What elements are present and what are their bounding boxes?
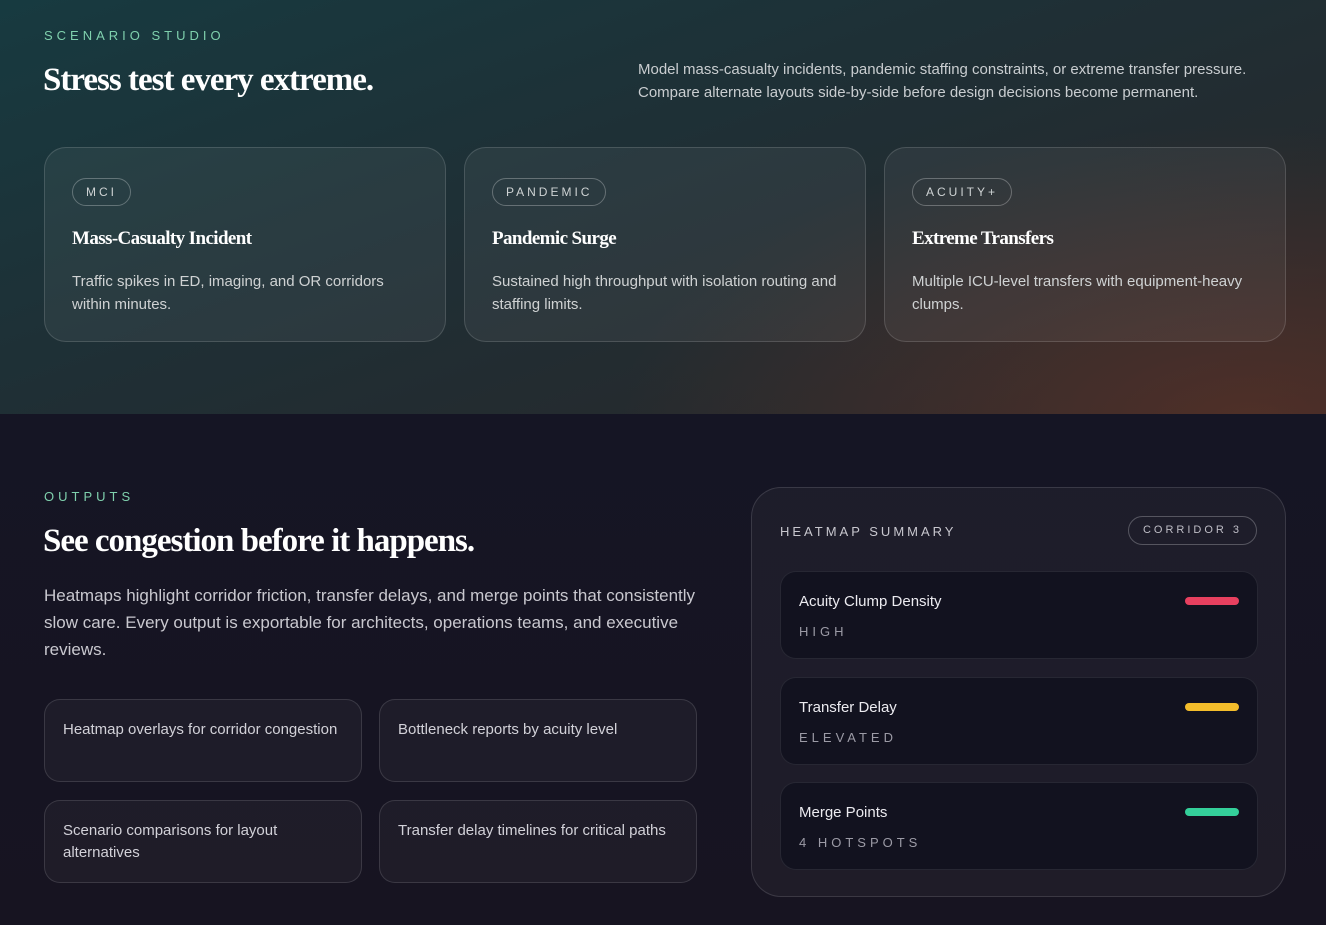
scenario-title: Mass-Casualty Incident bbox=[72, 228, 252, 249]
metric-card-merge-points: Merge Points 4 HOTSPOTS bbox=[780, 782, 1258, 870]
corridor-badge[interactable]: CORRIDOR 3 bbox=[1127, 516, 1257, 545]
metric-name: Transfer Delay bbox=[799, 699, 897, 716]
feature-label: Heatmap overlays for corridor congestion bbox=[63, 721, 338, 738]
severity-bar bbox=[1185, 597, 1239, 605]
scenario-card-mci[interactable]: MCI Mass-Casualty Incident Traffic spike… bbox=[44, 147, 446, 342]
metric-name: Acuity Clump Density bbox=[799, 593, 942, 610]
metric-card-acuity: Acuity Clump Density HIGH bbox=[780, 571, 1258, 659]
section-eyebrow: OUTPUTS bbox=[44, 489, 135, 504]
scenario-tag: ACUITY+ bbox=[912, 178, 1013, 206]
scenario-title: Pandemic Surge bbox=[492, 228, 617, 249]
feature-card: Transfer delay timelines for critical pa… bbox=[379, 800, 697, 883]
section-description: Model mass-casualty incidents, pandemic … bbox=[638, 61, 1247, 101]
feature-label: Bottleneck reports by acuity level bbox=[398, 721, 618, 738]
feature-card: Scenario comparisons for layout alternat… bbox=[44, 800, 362, 883]
metric-level: HIGH bbox=[799, 624, 848, 639]
feature-label: Scenario comparisons for layout alternat… bbox=[63, 822, 278, 861]
scenario-studio-section: SCENARIO STUDIO Stress test every extrem… bbox=[0, 0, 1326, 414]
outputs-section: OUTPUTS See congestion before it happens… bbox=[0, 414, 1326, 925]
scenario-description: Sustained high throughput with isolation… bbox=[492, 273, 837, 313]
scenario-tag: PANDEMIC bbox=[492, 178, 607, 206]
metric-level: 4 HOTSPOTS bbox=[799, 835, 922, 850]
section-heading: See congestion before it happens. bbox=[43, 523, 475, 559]
scenario-description: Multiple ICU-level transfers with equipm… bbox=[912, 273, 1243, 313]
heatmap-title: HEATMAP SUMMARY bbox=[780, 524, 957, 539]
scenario-card-transfers[interactable]: ACUITY+ Extreme Transfers Multiple ICU-l… bbox=[884, 147, 1286, 342]
scenario-card-pandemic[interactable]: PANDEMIC Pandemic Surge Sustained high t… bbox=[464, 147, 866, 342]
feature-card: Bottleneck reports by acuity level bbox=[379, 699, 697, 782]
section-heading: Stress test every extreme. bbox=[43, 62, 374, 98]
scenario-description: Traffic spikes in ED, imaging, and OR co… bbox=[72, 273, 384, 313]
feature-card: Heatmap overlays for corridor congestion bbox=[44, 699, 362, 782]
severity-bar bbox=[1185, 808, 1239, 816]
metric-level: ELEVATED bbox=[799, 730, 897, 745]
scenario-title: Extreme Transfers bbox=[912, 228, 1054, 249]
severity-bar bbox=[1185, 703, 1239, 711]
metric-card-transfer-delay: Transfer Delay ELEVATED bbox=[780, 677, 1258, 765]
scenario-tag: MCI bbox=[72, 178, 131, 206]
metric-name: Merge Points bbox=[799, 804, 888, 821]
heatmap-summary-panel: HEATMAP SUMMARY CORRIDOR 3 Acuity Clump … bbox=[751, 487, 1286, 897]
section-description: Heatmaps highlight corridor friction, tr… bbox=[44, 586, 696, 659]
section-eyebrow: SCENARIO STUDIO bbox=[44, 28, 225, 43]
feature-label: Transfer delay timelines for critical pa… bbox=[398, 822, 666, 839]
